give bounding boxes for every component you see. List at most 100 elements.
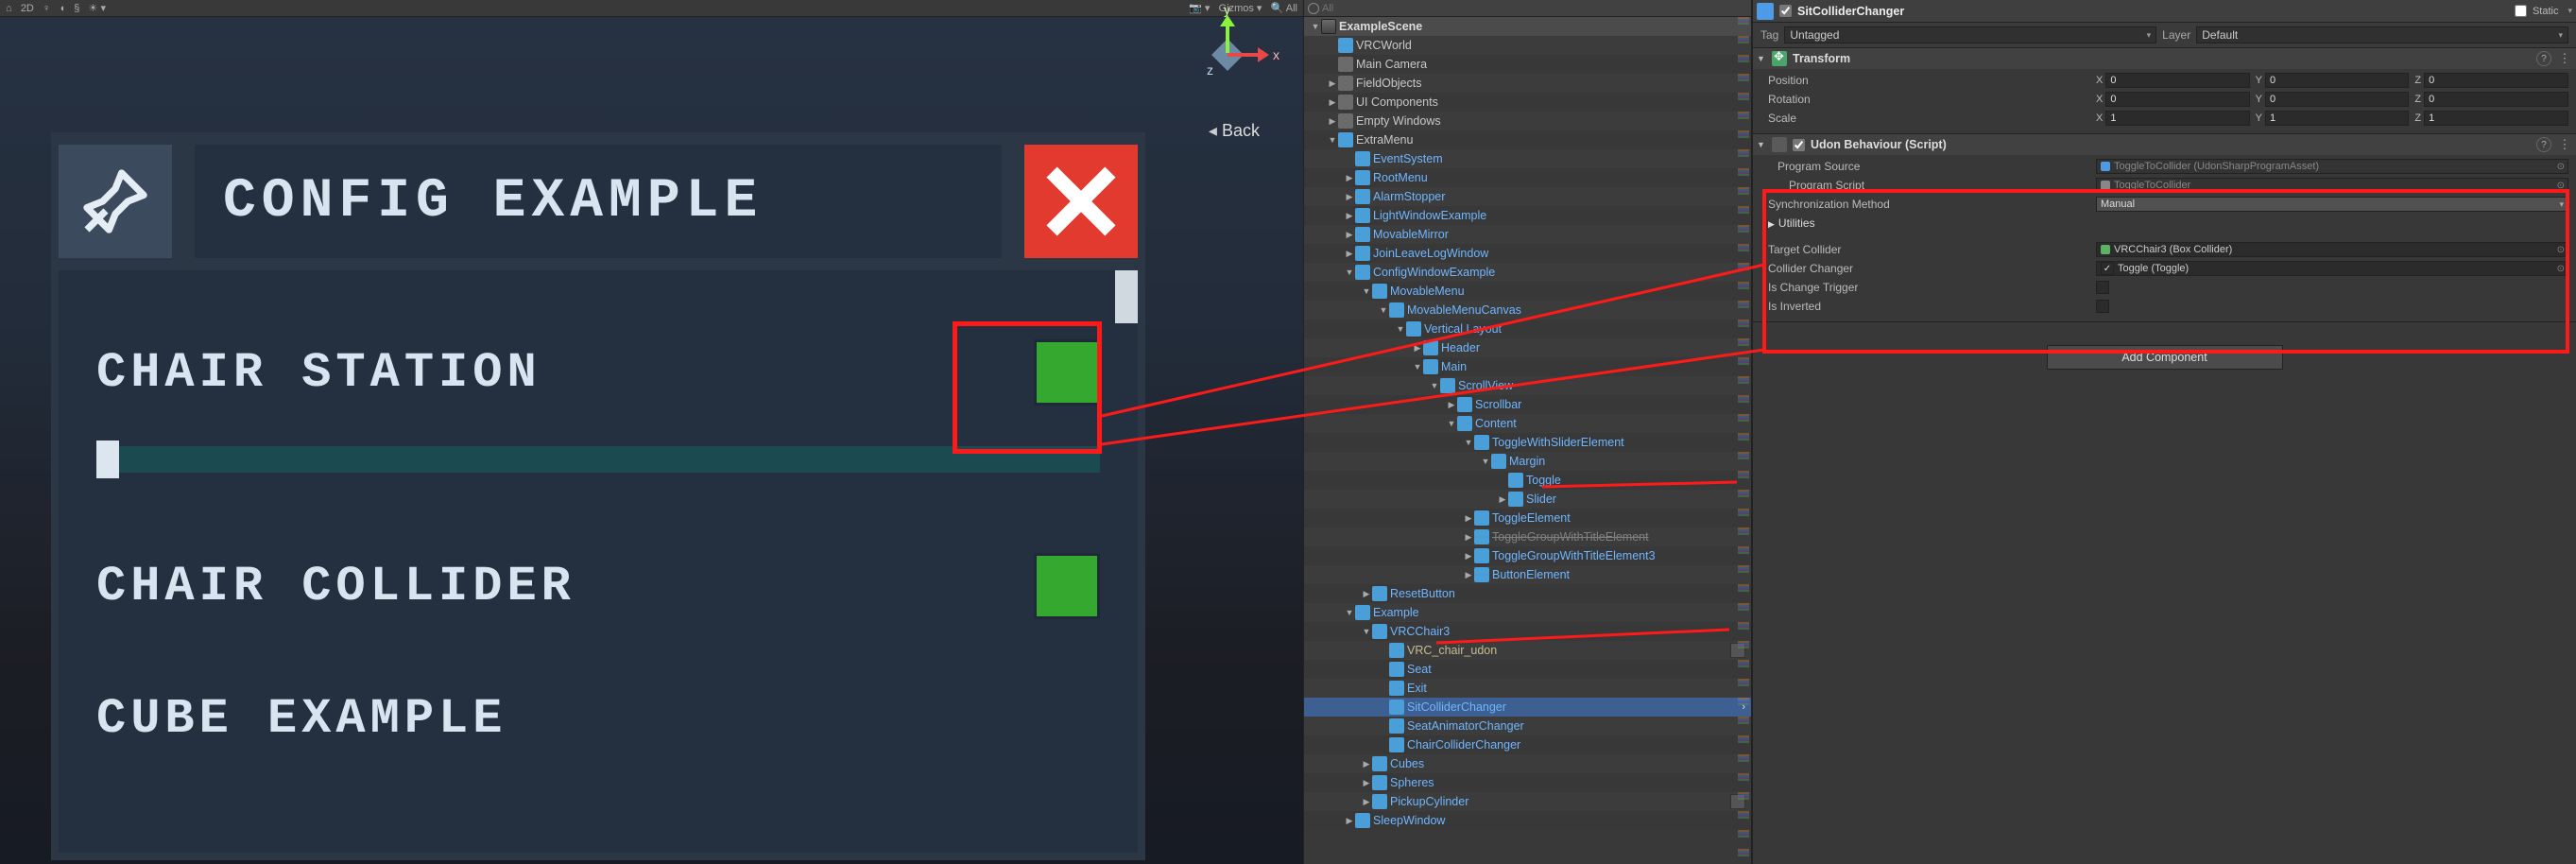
expand-arrow-icon[interactable]: ▶ <box>1344 192 1355 202</box>
slider-thumb[interactable] <box>96 441 119 478</box>
settings-icon[interactable]: ⋮ <box>2557 137 2572 152</box>
expand-arrow-icon[interactable]: ▶ <box>1327 78 1338 89</box>
hierarchy-item-eventsystem[interactable]: EventSystem <box>1304 149 1751 168</box>
hierarchy-item-slider[interactable]: ▶Slider <box>1304 490 1751 509</box>
collider-changer-field[interactable]: ✓Toggle (Toggle) <box>2096 261 2568 276</box>
is-change-trigger-checkbox[interactable] <box>2096 281 2109 294</box>
hierarchy-item-sleepwindow[interactable]: ▶SleepWindow <box>1304 811 1751 830</box>
hierarchy-item-fieldobjects[interactable]: ▶FieldObjects <box>1304 74 1751 93</box>
hierarchy-item-example[interactable]: ▼Example <box>1304 603 1751 622</box>
expand-arrow-icon[interactable]: ▶ <box>1344 249 1355 259</box>
inspector-panel[interactable]: SitColliderChanger Static ▾ Tag Untagged… <box>1752 0 2576 864</box>
transform-scale-z-input[interactable] <box>2424 111 2568 126</box>
hierarchy-item-content[interactable]: ▼Content <box>1304 414 1751 433</box>
hierarchy-item-seatanimatorchanger[interactable]: SeatAnimatorChanger <box>1304 717 1751 735</box>
chevron-right-icon[interactable]: › <box>1742 701 1745 713</box>
hierarchy-item-togglegroupwithtitleelement[interactable]: ▶ToggleGroupWithTitleElement <box>1304 527 1751 546</box>
hierarchy-item-togglewithsliderelement[interactable]: ▼ToggleWithSliderElement <box>1304 433 1751 452</box>
hierarchy-item-configwindowexample[interactable]: ▼ConfigWindowExample <box>1304 263 1751 282</box>
hierarchy-item-toggle[interactable]: Toggle <box>1304 471 1751 490</box>
expand-arrow-icon[interactable]: ▶ <box>1463 551 1474 562</box>
expand-arrow-icon[interactable]: ▼ <box>1327 135 1338 145</box>
hierarchy-item-chaircolliderchanger[interactable]: ChairColliderChanger <box>1304 735 1751 754</box>
hierarchy-item-header[interactable]: ▶Header <box>1304 338 1751 357</box>
hierarchy-item-vrcworld[interactable]: VRCWorld <box>1304 36 1751 55</box>
expand-arrow-icon[interactable]: ▶ <box>1497 494 1508 505</box>
pin-button[interactable] <box>59 145 172 258</box>
hierarchy-item-main-camera[interactable]: Main Camera <box>1304 55 1751 74</box>
transform-position-z-input[interactable] <box>2424 73 2568 88</box>
expand-arrow-icon[interactable]: ▼ <box>1412 362 1423 372</box>
gameobject-enabled-checkbox[interactable] <box>1779 5 1792 17</box>
hierarchy-item-extramenu[interactable]: ▼ExtraMenu <box>1304 130 1751 149</box>
fold-icon[interactable]: ▼ <box>1757 140 1766 149</box>
expand-arrow-icon[interactable]: ▼ <box>1378 305 1389 315</box>
transform-position-x-input[interactable] <box>2105 73 2249 88</box>
target-collider-field[interactable]: VRCChair3 (Box Collider) <box>2096 242 2568 257</box>
settings-icon[interactable]: ⋮ <box>2557 51 2572 66</box>
transform-rotation-y-input[interactable] <box>2265 92 2409 107</box>
program-source-field[interactable]: ToggleToCollider (UdonSharpProgramAsset) <box>2096 159 2568 174</box>
hierarchy-item-togglegroupwithtitleelement3[interactable]: ▶ToggleGroupWithTitleElement3 <box>1304 546 1751 565</box>
hierarchy-item-joinleavelogwindow[interactable]: ▶JoinLeaveLogWindow <box>1304 244 1751 263</box>
sync-method-dropdown[interactable]: Manual <box>2096 197 2568 212</box>
expand-arrow-icon[interactable]: ▼ <box>1361 627 1372 636</box>
hierarchy-item-scrollbar[interactable]: ▶Scrollbar <box>1304 395 1751 414</box>
expand-arrow-icon[interactable]: ▼ <box>1446 419 1457 428</box>
layer-dropdown[interactable]: Default <box>2196 26 2568 43</box>
expand-arrow-icon[interactable]: ▶ <box>1344 230 1355 240</box>
gameobject-static-checkbox[interactable] <box>2515 5 2527 17</box>
expand-arrow-icon[interactable]: ▶ <box>1463 570 1474 580</box>
hierarchy-item-alarmstopper[interactable]: ▶AlarmStopper <box>1304 187 1751 206</box>
expand-arrow-icon[interactable]: ▼ <box>1361 286 1372 296</box>
expand-arrow-icon[interactable]: ▶ <box>1361 589 1372 599</box>
static-dropdown-icon[interactable]: ▾ <box>2567 6 2572 16</box>
hierarchy-item-movablemirror[interactable]: ▶MovableMirror <box>1304 225 1751 244</box>
expand-arrow-icon[interactable]: ▶ <box>1327 116 1338 127</box>
component-enabled-checkbox[interactable] <box>1793 139 1805 151</box>
hierarchy-item-main[interactable]: ▼Main <box>1304 357 1751 376</box>
is-inverted-checkbox[interactable] <box>2096 300 2109 313</box>
hierarchy-item-buttonelement[interactable]: ▶ButtonElement <box>1304 565 1751 584</box>
hierarchy-item-ui-components[interactable]: ▶UI Components <box>1304 93 1751 112</box>
hierarchy-search[interactable] <box>1304 0 1751 17</box>
hierarchy-item-vrcchair3[interactable]: ▼VRCChair3 <box>1304 622 1751 641</box>
expand-arrow-icon[interactable]: ▼ <box>1344 608 1355 617</box>
gameobject-name[interactable]: SitColliderChanger <box>1797 5 2509 18</box>
hierarchy-item-scrollview[interactable]: ▼ScrollView <box>1304 376 1751 395</box>
hierarchy-item-resetbutton[interactable]: ▶ResetButton <box>1304 584 1751 603</box>
expand-arrow-icon[interactable]: ▼ <box>1395 324 1406 334</box>
expand-arrow-icon[interactable]: ▶ <box>1344 211 1355 221</box>
hierarchy-item-cubes[interactable]: ▶Cubes <box>1304 754 1751 773</box>
hierarchy-item-empty-windows[interactable]: ▶Empty Windows <box>1304 112 1751 130</box>
hierarchy-item-pickupcylinder[interactable]: ▶PickupCylinder <box>1304 792 1751 811</box>
hierarchy-item-spheres[interactable]: ▶Spheres <box>1304 773 1751 792</box>
tag-dropdown[interactable]: Untagged <box>1784 26 2156 43</box>
expand-arrow-icon[interactable]: ▼ <box>1344 268 1355 277</box>
utilities-row[interactable]: ▶Utilities <box>1760 214 2568 233</box>
hierarchy-item-margin[interactable]: ▼Margin <box>1304 452 1751 471</box>
hierarchy-item-lightwindowexample[interactable]: ▶LightWindowExample <box>1304 206 1751 225</box>
expand-arrow-icon[interactable]: ▼ <box>1463 438 1474 447</box>
help-icon[interactable]: ? <box>2536 51 2551 66</box>
expand-arrow-icon[interactable]: ▶ <box>1361 778 1372 788</box>
transform-scale-x-input[interactable] <box>2105 111 2249 126</box>
transform-rotation-x-input[interactable] <box>2105 92 2249 107</box>
scene-orientation-gizmo[interactable]: y x z <box>1190 19 1265 95</box>
hierarchy-item-toggleelement[interactable]: ▶ToggleElement <box>1304 509 1751 527</box>
expand-arrow-icon[interactable]: ▶ <box>1361 759 1372 769</box>
hierarchy-panel[interactable]: ▼ExampleSceneVRCWorldMain Camera▶FieldOb… <box>1303 0 1752 864</box>
expand-arrow-icon[interactable]: ▶ <box>1446 400 1457 410</box>
add-component-button[interactable]: Add Component <box>2047 345 2283 370</box>
hierarchy-item-seat[interactable]: Seat <box>1304 660 1751 679</box>
chair-collider-toggle[interactable] <box>1034 553 1100 619</box>
transform-position-y-input[interactable] <box>2265 73 2409 88</box>
expand-arrow-icon[interactable]: ▼ <box>1429 381 1440 390</box>
hierarchy-item-vrc_chair_udon[interactable]: VRC_chair_udon <box>1304 641 1751 660</box>
hierarchy-search-input[interactable] <box>1322 3 1747 14</box>
transform-scale-y-input[interactable] <box>2265 111 2409 126</box>
expand-arrow-icon[interactable]: ▼ <box>1480 457 1491 466</box>
expand-arrow-icon[interactable]: ▶ <box>1412 343 1423 354</box>
expand-arrow-icon[interactable]: ▶ <box>1344 173 1355 183</box>
program-script-field[interactable]: ToggleToCollider <box>2096 178 2568 193</box>
